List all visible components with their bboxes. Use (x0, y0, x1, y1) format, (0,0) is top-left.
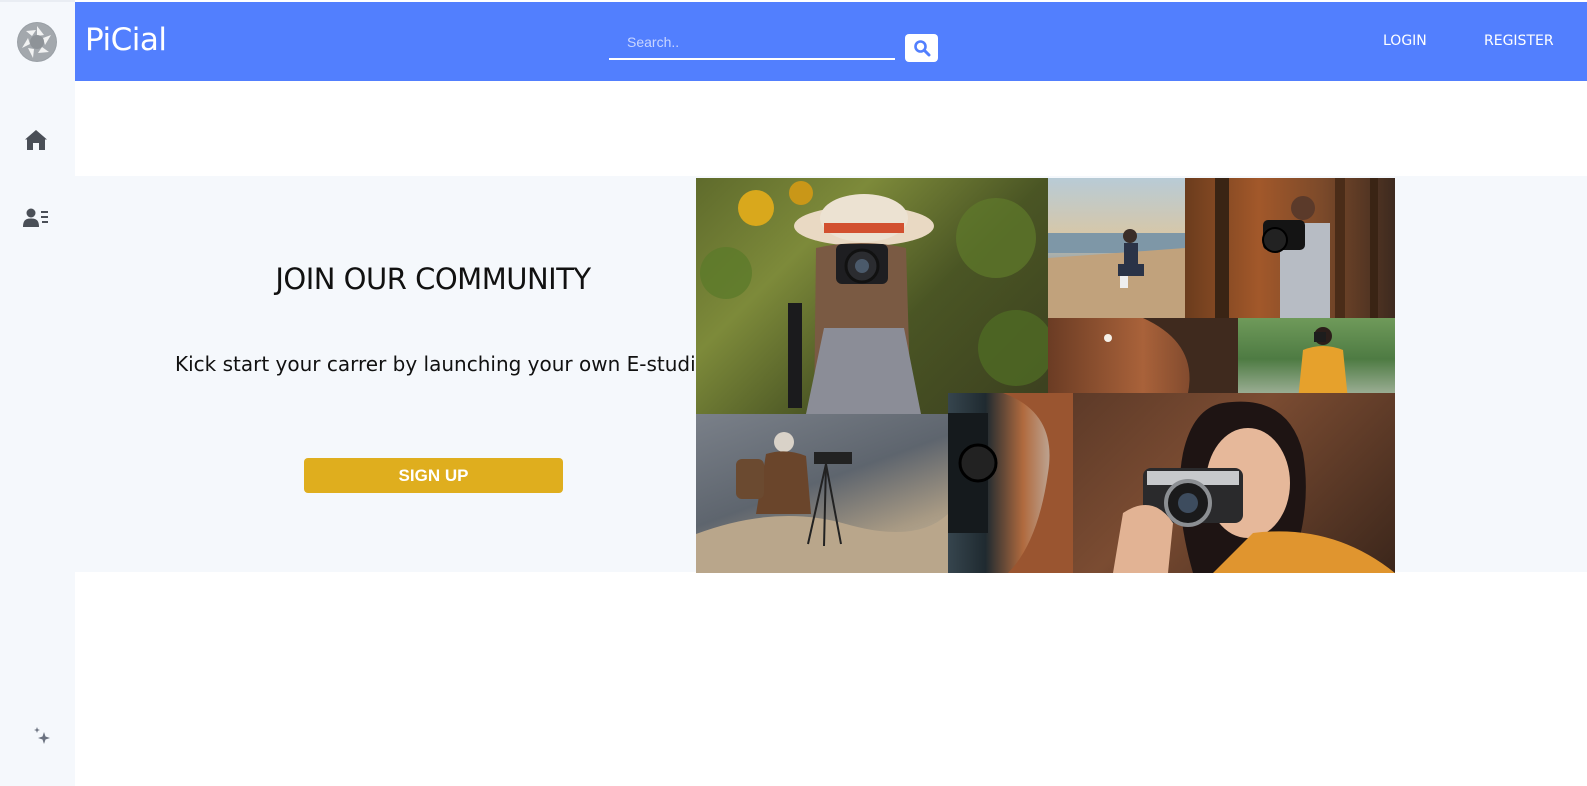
photographer-collage (696, 178, 1395, 573)
user-list-icon[interactable] (20, 202, 52, 234)
photo-mountain-photographer (696, 414, 948, 573)
photo-forest-photographer (1185, 178, 1395, 318)
search-input[interactable] (609, 26, 895, 60)
register-link[interactable]: REGISTER (1484, 33, 1554, 49)
hero-subtitle: Kick start your carrer by launching your… (175, 352, 708, 376)
sign-up-button[interactable]: SIGN UP (304, 458, 563, 493)
photo-beach-photographer (1048, 178, 1185, 318)
brand-logo-text[interactable]: PiCial (85, 22, 167, 58)
hero-title: JOIN OUR COMMUNITY (275, 262, 591, 296)
sparkle-icon[interactable] (30, 724, 54, 748)
camera-aperture-logo[interactable] (17, 22, 57, 62)
login-link[interactable]: LOGIN (1383, 33, 1427, 49)
sidebar (0, 0, 75, 786)
photo-sunflower-photographer (696, 178, 1048, 414)
hero-section: JOIN OUR COMMUNITY Kick start your carre… (75, 176, 1587, 573)
photo-earring-closeup (1048, 318, 1238, 393)
photo-yellow-jacket-photographer (1238, 318, 1395, 400)
photo-camera-side-profile (948, 393, 1073, 573)
search-button[interactable] (905, 34, 938, 62)
top-navbar: PiCial LOGIN REGISTER (75, 2, 1587, 81)
photo-vintage-camera-woman (1073, 393, 1395, 573)
search-icon (913, 40, 930, 57)
home-icon[interactable] (20, 124, 52, 156)
